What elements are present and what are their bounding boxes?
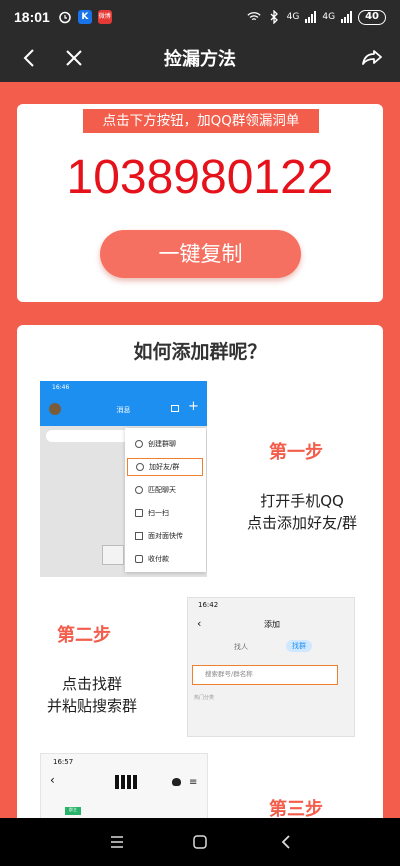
battery-indicator: 40 [358, 9, 386, 25]
shot-time: 16:57 [53, 758, 74, 766]
menu-item-add-friend: 加好友/群 [126, 457, 204, 477]
step1-screenshot: 16:46 消息 + 创建群聊 加好友/群 匹配聊天 扫一扫 面对面快传 收付款 [40, 381, 207, 577]
weibo-notification-icon: 微博 [97, 10, 112, 24]
wifi-icon [247, 12, 261, 21]
group-chat-icon [135, 440, 143, 448]
app-notification-icon: K [77, 10, 92, 24]
chat-bubble-icon [102, 545, 124, 565]
back-arrow-icon[interactable] [18, 46, 42, 70]
menu-icon: ≡ [189, 777, 198, 788]
status-bar: 18:01 K 微博 4G 4G 40 [0, 0, 400, 34]
chevron-left-icon: ‹ [50, 773, 55, 787]
qr-code-image [115, 775, 137, 789]
owner-badge: 群主 [65, 807, 81, 815]
match-chat-icon [135, 486, 143, 494]
qq-group-number: 1038980122 [66, 151, 334, 204]
group-search-box: 搜索群号/群名称 [192, 665, 338, 685]
signal-icon-2 [341, 11, 353, 23]
shot-time: 16:42 [198, 601, 219, 609]
shot-header-title: 消息 [116, 406, 131, 414]
share-icon[interactable] [360, 46, 384, 70]
bluetooth-icon [270, 10, 278, 24]
contacts-icon [171, 405, 179, 412]
shot-title: 添加 [264, 620, 280, 629]
page-title: 捡漏方法 [164, 49, 236, 70]
back-icon[interactable] [278, 834, 294, 850]
menu-item: 收付款 [125, 549, 206, 569]
step2-desc: 点击找群 并粘贴搜索群 [46, 675, 137, 715]
menu-item: 面对面快传 [125, 526, 206, 546]
qq-promo-card: 点击下方按钮，加QQ群领漏洞单 1038980122 一键复制 [17, 104, 383, 302]
menu-icon[interactable] [109, 834, 125, 850]
step2-label: 第二步 [57, 625, 111, 646]
tab-find-group: 找群 [286, 640, 312, 652]
add-friend-icon [136, 463, 144, 471]
android-nav-bar [0, 818, 400, 866]
menu-item: 扫一扫 [125, 503, 206, 523]
send-icon [135, 532, 143, 540]
add-menu: 创建群聊 加好友/群 匹配聊天 扫一扫 面对面快传 收付款 [125, 428, 206, 572]
shot-footer: 热门分类 [194, 695, 215, 701]
step2-screenshot: 16:42 ‹ 添加 找人 找群 搜索群号/群名称 热门分类 [187, 597, 355, 737]
cat-icon [172, 778, 181, 786]
scan-icon [135, 509, 143, 517]
network-type-1: 4G [286, 12, 300, 22]
status-time: 18:01 [14, 9, 50, 25]
step1-label: 第一步 [269, 442, 323, 463]
alarm-icon [59, 11, 71, 24]
nav-bar: 捡漏方法 [0, 34, 400, 82]
plus-icon: + [188, 399, 199, 414]
promo-hint: 点击下方按钮，加QQ群领漏洞单 [83, 109, 319, 133]
qq-header: 16:46 消息 + [40, 381, 207, 426]
menu-item: 创建群聊 [125, 434, 206, 454]
step1-desc: 打开手机QQ 点击添加好友/群 [246, 492, 358, 532]
wallet-icon [135, 555, 143, 563]
signal-icon-1 [305, 11, 317, 23]
close-icon[interactable] [62, 46, 86, 70]
copy-button[interactable]: 一键复制 [100, 230, 301, 278]
guide-title: 如何添加群呢？ [133, 341, 267, 363]
shot-time: 16:46 [52, 384, 70, 391]
tab-find-person: 找人 [234, 643, 248, 651]
guide-card: 如何添加群呢？ 16:46 消息 + 创建群聊 加好友/群 匹配聊天 扫一扫 面… [17, 325, 383, 845]
menu-item: 匹配聊天 [125, 480, 206, 500]
home-icon[interactable] [192, 834, 208, 850]
network-type-2: 4G [322, 12, 336, 22]
